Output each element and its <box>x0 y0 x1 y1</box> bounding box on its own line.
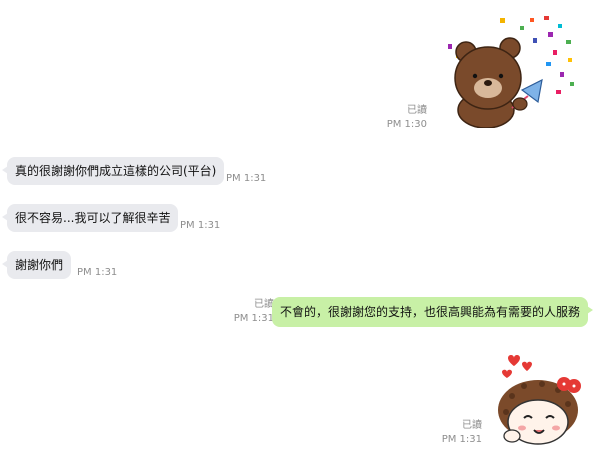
timestamp: PM 1:31 <box>180 220 221 231</box>
message-text: 很不容易...我可以了解很辛苦 <box>15 211 171 225</box>
timestamp: PM 1:31 <box>233 313 274 324</box>
incoming-message-bubble[interactable]: 真的很謝謝你們成立這樣的公司(平台) <box>1 157 225 185</box>
message-timestamp: PM 1:31 <box>77 266 117 279</box>
message-timestamp: PM 1:31 <box>226 172 266 185</box>
brown-bear-party-popper-icon <box>448 16 574 129</box>
timestamp: PM 1:31 <box>226 173 267 184</box>
sticker-bear-timestamp: PM 1:30 <box>387 118 427 131</box>
message-text: 不會的，很謝謝您的支持，也很高興能為有需要的人服務 <box>279 305 580 319</box>
outgoing-message-bubble[interactable]: 不會的，很謝謝您的支持，也很高興能為有需要的人服務 <box>271 297 594 327</box>
sticker-girl-read-status: 已讀 <box>462 419 482 432</box>
message-timestamp: PM 1:31 <box>180 219 220 232</box>
sticker-message-girl[interactable] <box>494 350 588 448</box>
timestamp: PM 1:31 <box>441 434 482 445</box>
read-status-label: 已讀 <box>462 420 482 431</box>
sticker-girl-timestamp: PM 1:31 <box>442 433 482 446</box>
message-text: 謝謝你們 <box>15 258 64 272</box>
timestamp: PM 1:30 <box>386 119 427 130</box>
message-text: 真的很謝謝你們成立這樣的公司(平台) <box>15 164 217 178</box>
read-status-label: 已讀 <box>407 105 427 116</box>
sticker-bear-read-status: 已讀 <box>407 104 427 117</box>
timestamp: PM 1:31 <box>77 267 118 278</box>
incoming-message-bubble[interactable]: 謝謝你們 <box>1 251 72 279</box>
sticker-message-bear[interactable] <box>448 10 578 129</box>
message-timestamp: PM 1:31 <box>234 312 274 325</box>
incoming-message-bubble[interactable]: 很不容易...我可以了解很辛苦 <box>1 204 179 232</box>
chat-thread: 已讀 PM 1:30 真的很謝謝你們成立這樣的公司(平台) PM 1:31 很不… <box>0 0 600 465</box>
girl-with-hearts-icon <box>498 355 581 445</box>
